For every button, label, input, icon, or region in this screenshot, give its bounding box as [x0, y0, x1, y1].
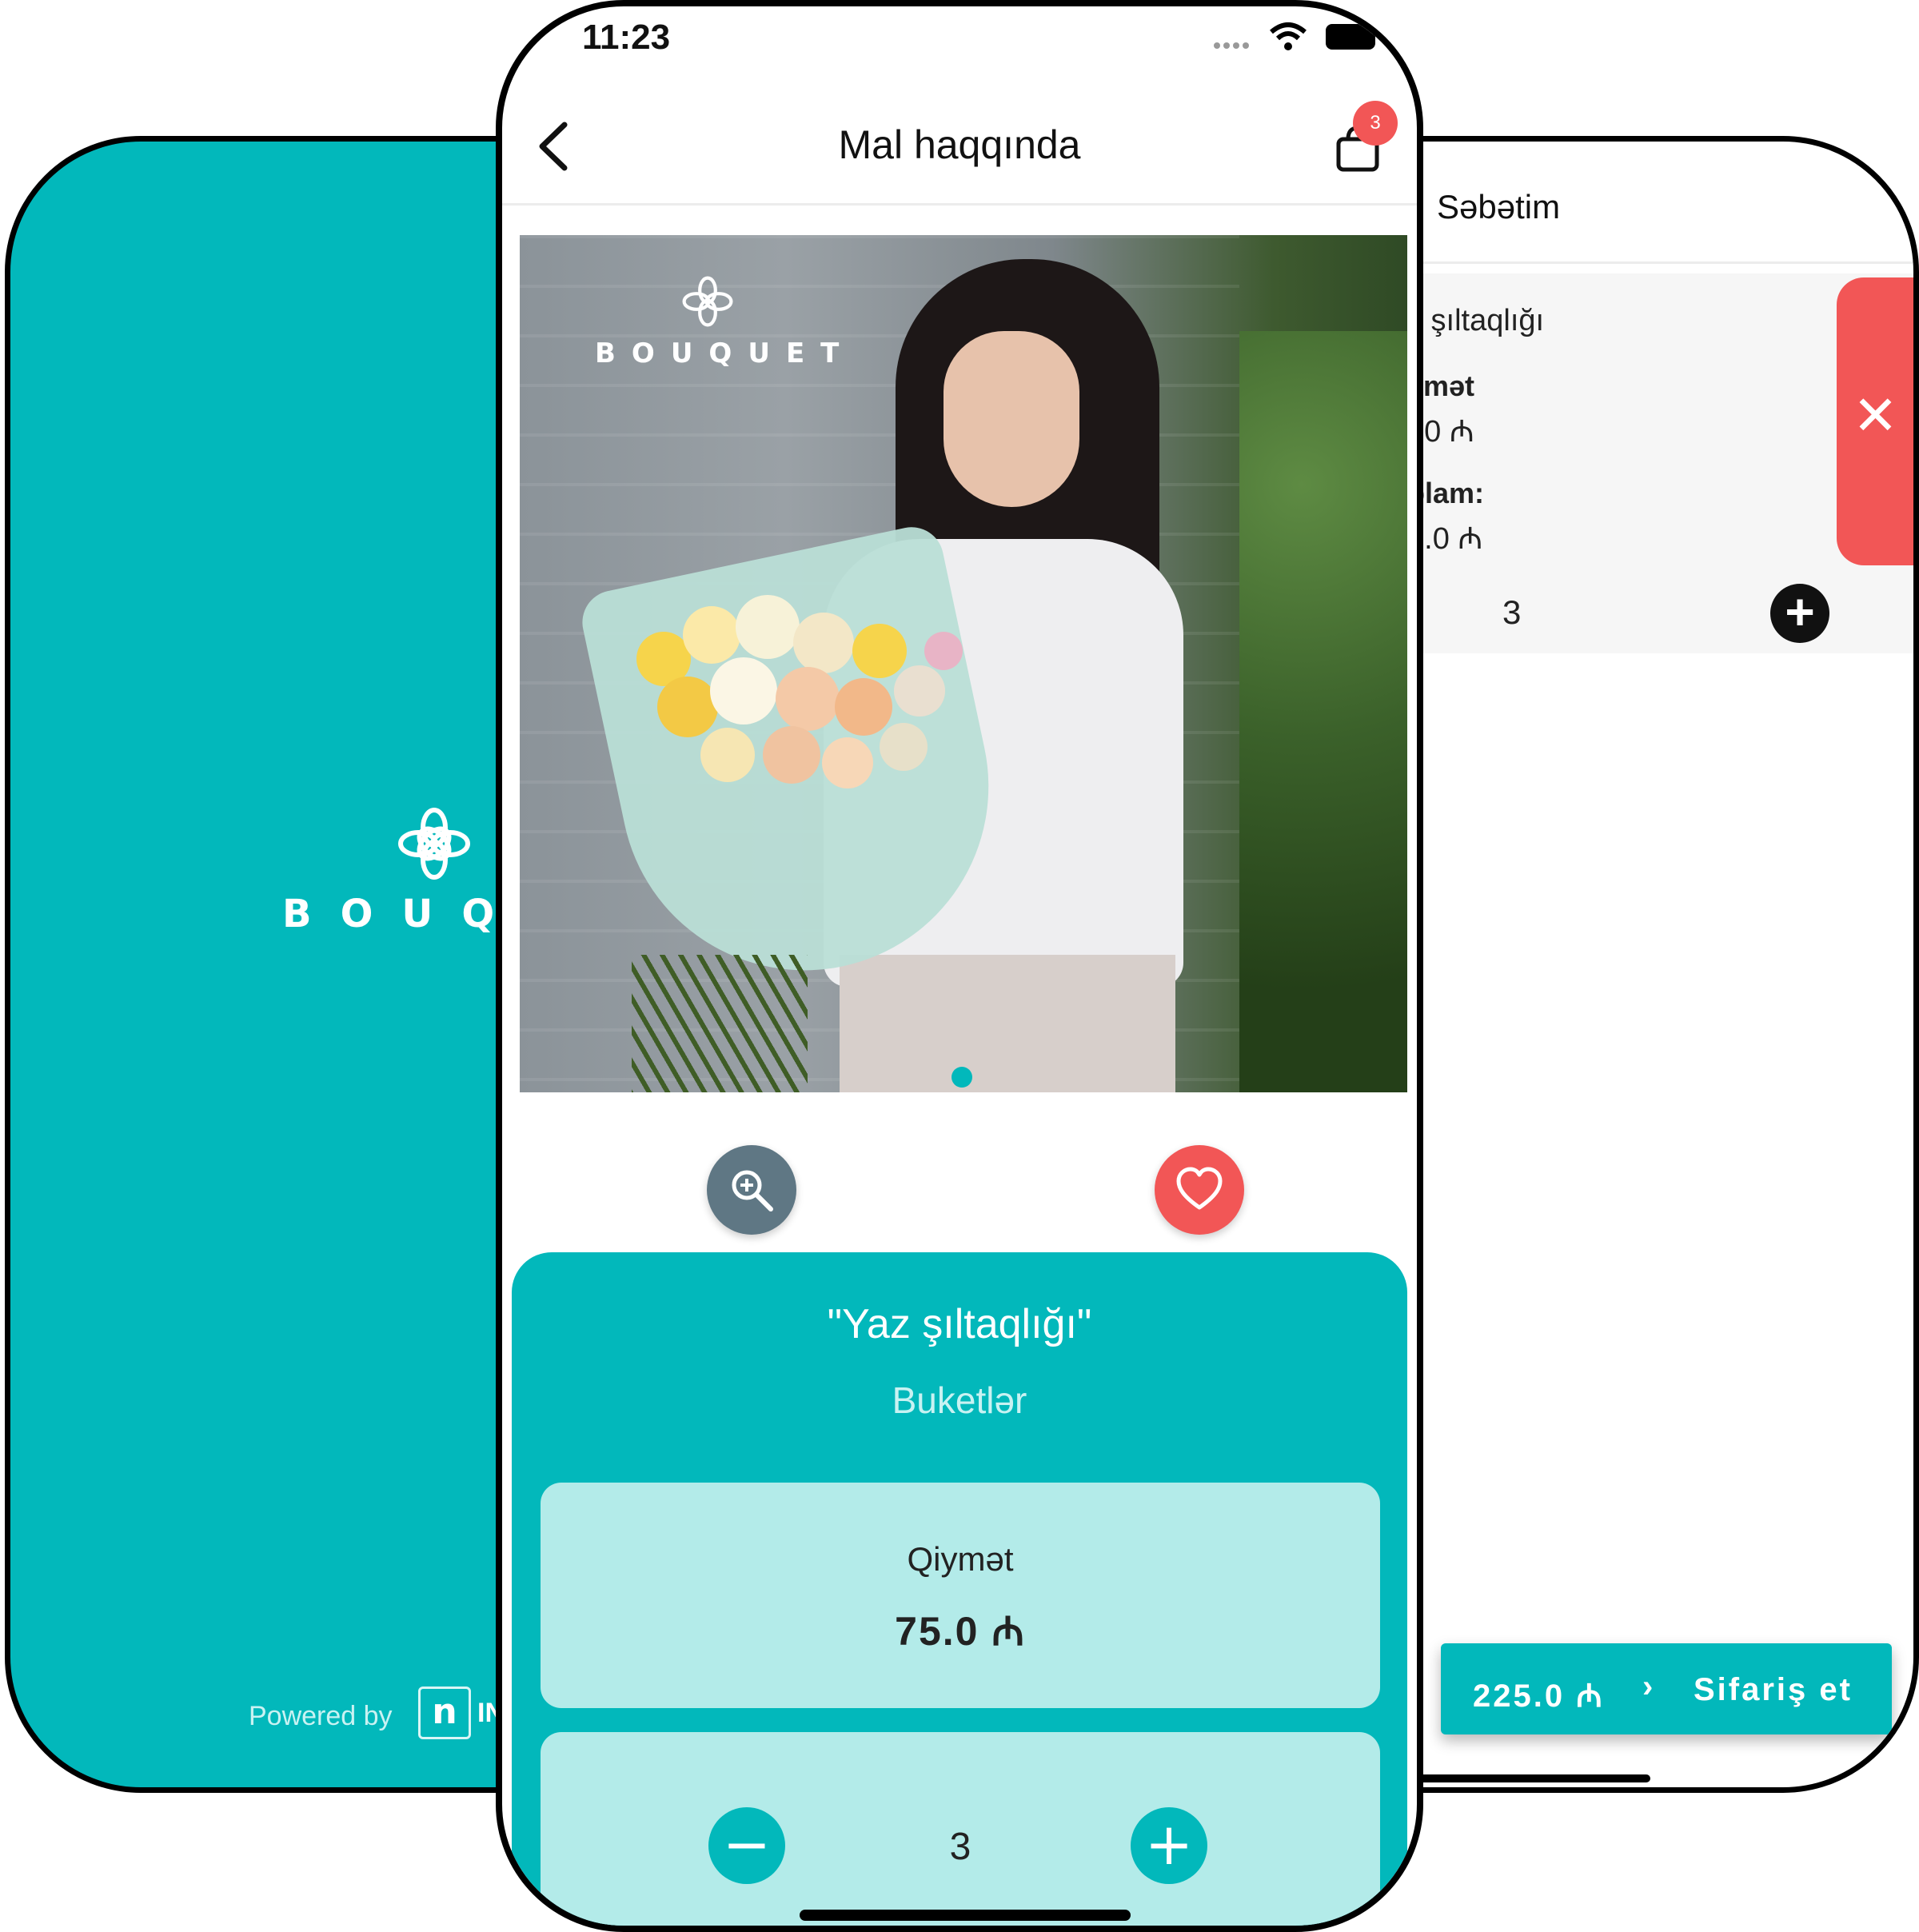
order-button[interactable]: 225.0 ₼ › Sifariş et: [1441, 1643, 1892, 1734]
order-button-label: Sifariş et: [1694, 1672, 1853, 1707]
chevron-right-icon: ›: [1642, 1669, 1656, 1704]
status-time: 11:23: [582, 18, 671, 57]
signal-icon: [1214, 38, 1254, 49]
product-details-card: "Yaz şıltaqlığı" Buketlər Qiymət 75.0 ₼ …: [512, 1252, 1407, 1926]
increase-quantity-button[interactable]: +: [1131, 1807, 1207, 1884]
zoom-in-icon: [732, 1170, 773, 1211]
cart-count-badge: 3: [1353, 101, 1398, 146]
close-icon: ✕: [1853, 385, 1898, 448]
quantity-stepper: − 3 +: [541, 1732, 1380, 1926]
photo-brand-text: BOUQUET: [595, 337, 856, 369]
heart-icon: [1176, 1167, 1223, 1210]
cart-title: Səbətim: [1437, 188, 1561, 226]
product-screen: 11:23 Mal haqqında 3 BOUQUET "Yaz şıltaq…: [496, 0, 1423, 1932]
bouquet-flowers: [636, 595, 963, 788]
price-label: Qiymət: [907, 1540, 1014, 1578]
product-category[interactable]: Buketlər: [512, 1379, 1407, 1422]
divider: [502, 203, 1417, 206]
product-image[interactable]: BOUQUET: [520, 235, 1407, 1092]
bouquet-logo-icon: [682, 276, 733, 327]
favorite-button[interactable]: [1155, 1145, 1244, 1235]
plus-icon[interactable]: +: [1770, 584, 1829, 643]
battery-icon: [1326, 24, 1375, 50]
order-total: 225.0 ₼: [1473, 1679, 1605, 1714]
developer-logo-icon: n: [418, 1687, 471, 1739]
delete-item-button[interactable]: ✕: [1837, 277, 1913, 565]
page-title: Mal haqqında: [838, 122, 1081, 167]
price-box: Qiymət 75.0 ₼: [541, 1483, 1380, 1708]
zoom-button[interactable]: [707, 1145, 796, 1235]
product-name: "Yaz şıltaqlığı": [827, 1301, 1092, 1347]
cart-item-name: z şıltaqlığı: [1407, 304, 1545, 337]
bouquet-logo-icon: [398, 808, 470, 880]
powered-by-label: Powered by: [249, 1701, 393, 1731]
price-value: 75.0 ₼: [895, 1609, 1026, 1654]
home-indicator: [1401, 1774, 1650, 1782]
wifi-icon: [1270, 22, 1307, 50]
cart-item-quantity: 3: [1502, 593, 1522, 631]
quantity-value: 3: [949, 1826, 971, 1868]
home-indicator: [800, 1910, 1131, 1921]
carousel-dot[interactable]: [952, 1067, 972, 1088]
